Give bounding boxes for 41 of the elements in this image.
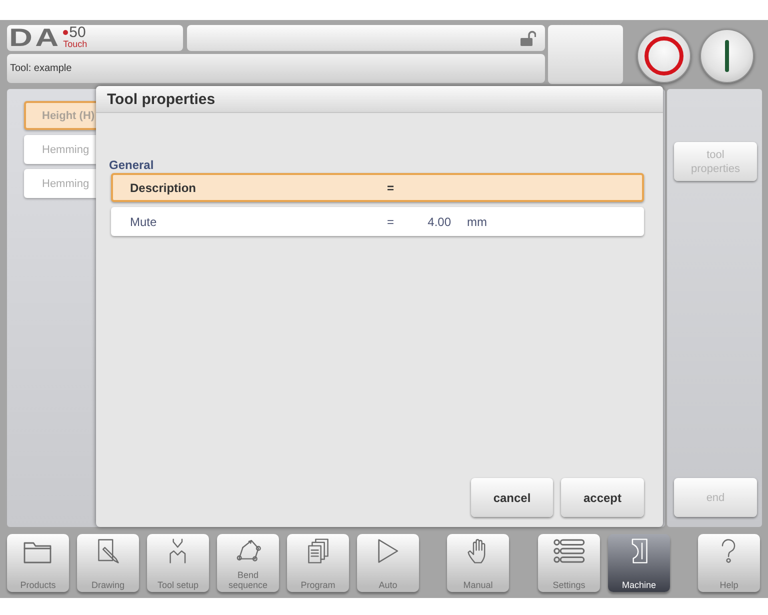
property-row[interactable]: Description = xyxy=(111,173,644,202)
punch-die-icon xyxy=(169,538,187,564)
start-button[interactable] xyxy=(700,29,754,83)
equals-sign: = xyxy=(387,214,396,228)
toolbar-button[interactable]: Manual xyxy=(447,534,509,592)
ring-icon xyxy=(644,36,684,76)
section-heading: General xyxy=(109,158,155,172)
logo-number: 50 xyxy=(69,26,86,40)
logo-text: DA xyxy=(9,26,62,50)
dialog-title: Tool properties xyxy=(107,90,216,108)
stop-button[interactable] xyxy=(637,29,691,83)
property-value: 4.00 xyxy=(426,214,451,228)
pencil-paper-icon xyxy=(96,538,120,564)
toolbar-button[interactable]: Program xyxy=(287,534,349,592)
toolbar-button[interactable]: Drawing xyxy=(77,534,139,592)
cancel-button[interactable]: cancel xyxy=(471,478,553,517)
toolbar-button[interactable]: Settings xyxy=(538,534,600,592)
list-icon xyxy=(552,538,586,564)
list-item[interactable]: Height (H) xyxy=(24,101,96,130)
tool-label: Tool: example xyxy=(10,63,72,74)
toolbar-button[interactable]: Tool setup xyxy=(147,534,209,592)
bar-icon xyxy=(725,40,729,72)
toolbar-button[interactable]: Products xyxy=(7,534,69,592)
accept-button[interactable]: accept xyxy=(561,478,644,517)
logo-subtitle: Touch xyxy=(63,40,88,48)
property-row[interactable]: Mute = 4.00 mm xyxy=(111,207,644,236)
path-nodes-icon xyxy=(235,538,261,564)
list-item[interactable]: Hemming xyxy=(24,169,96,198)
property-label: Mute xyxy=(130,214,158,228)
equals-sign: = xyxy=(387,180,396,194)
toolbar-button[interactable]: Machine xyxy=(608,534,670,592)
play-icon xyxy=(376,538,400,564)
toolbar-button[interactable]: Auto xyxy=(357,534,419,592)
dot-icon xyxy=(63,30,68,35)
property-label: Description xyxy=(130,180,198,194)
list-item[interactable]: Hemming xyxy=(24,135,96,164)
unit-label: mm xyxy=(467,214,487,228)
toolbar-button[interactable]: Help xyxy=(698,534,760,592)
toolbar-button[interactable]: Bend sequence xyxy=(217,534,279,592)
machine-frame-icon xyxy=(629,538,649,564)
documents-icon xyxy=(306,538,330,564)
